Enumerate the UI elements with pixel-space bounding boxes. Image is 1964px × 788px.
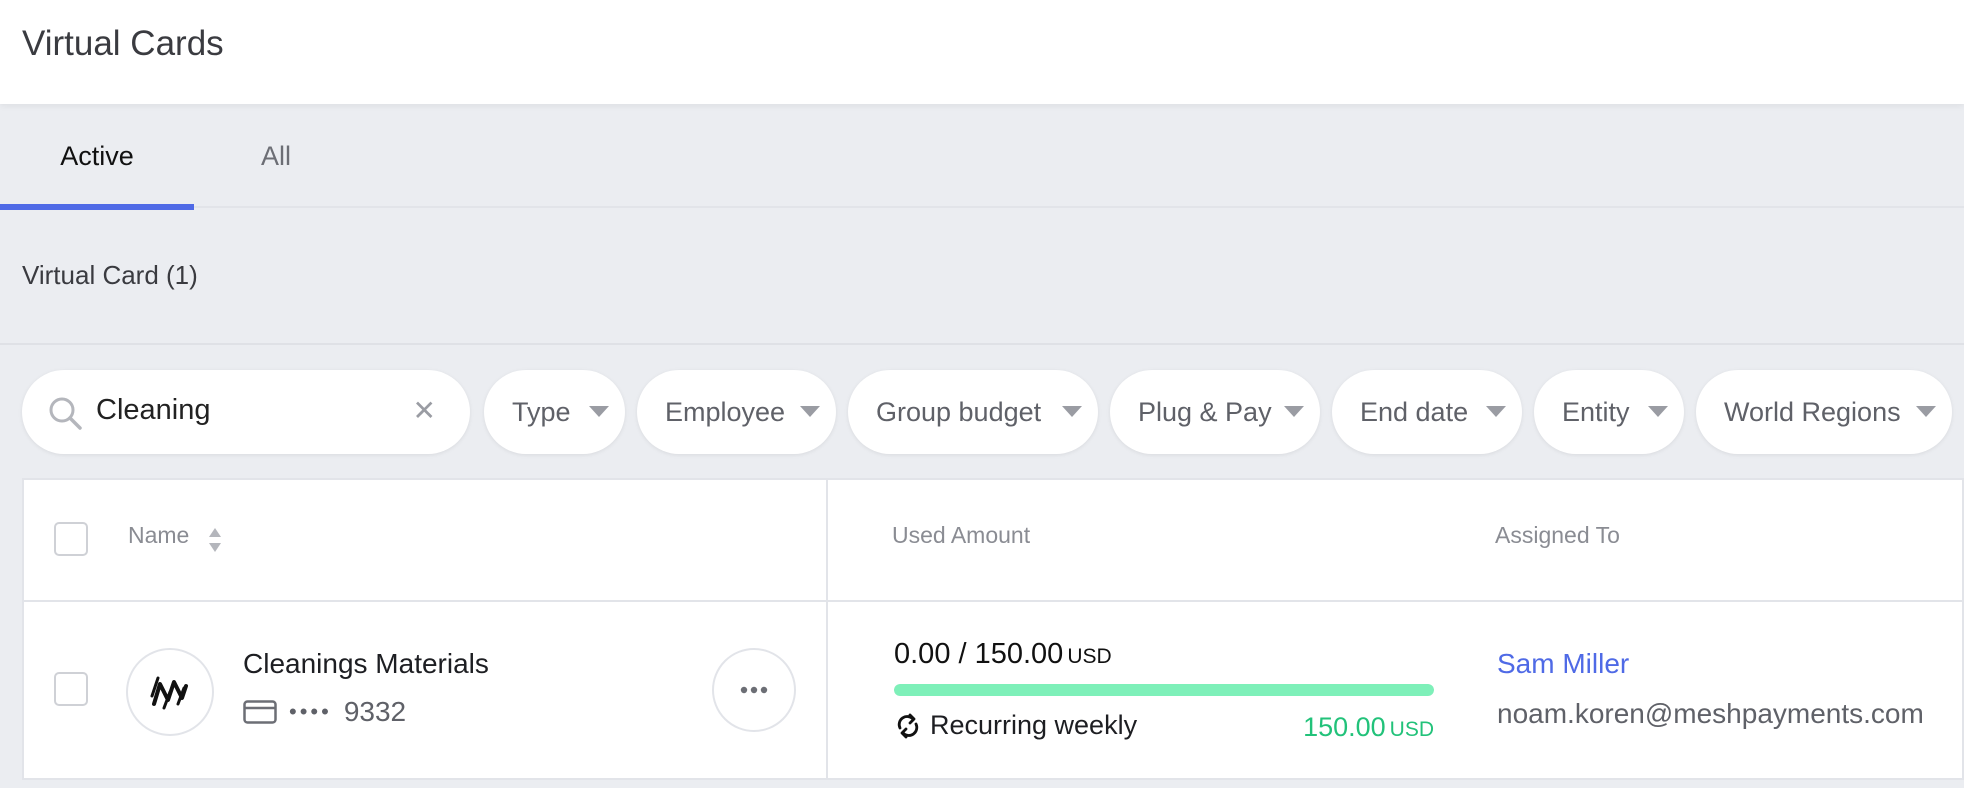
filter-label: Plug & Pay <box>1138 396 1272 427</box>
divider <box>0 343 1964 345</box>
filter-type[interactable]: Type <box>484 370 625 454</box>
chevron-down-icon <box>1486 406 1506 417</box>
chevron-down-icon <box>589 406 609 417</box>
page-title: Virtual Cards <box>22 24 224 63</box>
row-divider <box>24 600 1964 602</box>
chevron-down-icon <box>1916 406 1936 417</box>
more-icon <box>740 686 768 694</box>
usage-progress-bar <box>894 684 1434 696</box>
chevron-down-icon <box>800 406 820 417</box>
column-divider <box>826 480 828 778</box>
filter-employee[interactable]: Employee <box>637 370 836 454</box>
filter-group-budget[interactable]: Group budget <box>848 370 1098 454</box>
card-name[interactable]: Cleanings Materials <box>243 648 489 680</box>
filter-label: End date <box>1360 396 1469 427</box>
search-icon <box>49 397 82 430</box>
virtual-cards-table: Name Used Amount Assigned To Cleanings M… <box>22 478 1964 780</box>
used-amount-currency: USD <box>1067 645 1112 668</box>
remaining-amount-value: 150.00 <box>1303 712 1386 742</box>
card-mask: •••• <box>289 699 332 724</box>
filter-label: Entity <box>1562 396 1630 427</box>
remaining-amount: 150.00 USD <box>1284 712 1434 743</box>
search-box[interactable]: Cleaning ✕ <box>22 370 470 454</box>
assignee-email: noam.koren@meshpayments.com <box>1497 698 1924 729</box>
chevron-down-icon <box>1062 406 1082 417</box>
credit-card-icon <box>243 700 277 724</box>
tab-active[interactable]: Active <box>0 104 194 210</box>
chevron-down-icon <box>1648 406 1668 417</box>
filter-label: Type <box>512 396 571 427</box>
clear-search-icon[interactable]: ✕ <box>413 397 436 425</box>
column-header-name[interactable]: Name <box>128 522 189 549</box>
filter-plug-and-pay[interactable]: Plug & Pay <box>1110 370 1320 454</box>
filter-label: World Regions <box>1724 396 1901 427</box>
used-amount: 0.00 / 150.00 USD <box>894 638 1112 671</box>
select-all-checkbox[interactable] <box>54 522 88 556</box>
card-number: •••• 9332 <box>243 696 406 728</box>
mesh-logo-icon <box>150 676 188 710</box>
chevron-down-icon <box>1284 406 1304 417</box>
tab-all[interactable]: All <box>194 104 358 208</box>
filter-label: Employee <box>665 396 786 427</box>
row-checkbox[interactable] <box>54 672 88 706</box>
search-input[interactable]: Cleaning <box>96 394 210 427</box>
section-title: Virtual Card (1) <box>22 260 198 290</box>
column-header-assigned-to: Assigned To <box>1495 522 1620 548</box>
filter-world-regions[interactable]: World Regions <box>1696 370 1952 454</box>
used-amount-value: 0.00 / 150.00 <box>894 638 1064 670</box>
recurring-icon <box>897 713 919 738</box>
more-actions-button[interactable] <box>712 648 796 732</box>
page-header: Virtual Cards <box>0 0 1964 104</box>
merchant-logo <box>126 648 214 736</box>
recurring-label: Recurring weekly <box>930 710 1138 740</box>
recurring-info: Recurring weekly <box>894 710 1137 741</box>
card-last4: 9332 <box>343 696 407 727</box>
tab-bar: Active All <box>0 104 1964 210</box>
filter-end-date[interactable]: End date <box>1332 370 1522 454</box>
column-header-used-amount: Used Amount <box>892 522 1031 548</box>
sort-icon[interactable] <box>208 526 222 554</box>
usage-progress-fill <box>894 684 1434 696</box>
filter-label: Group budget <box>876 396 1042 427</box>
remaining-amount-currency: USD <box>1389 718 1434 741</box>
assignee-name-link[interactable]: Sam Miller <box>1497 648 1629 680</box>
filter-entity[interactable]: Entity <box>1534 370 1684 454</box>
